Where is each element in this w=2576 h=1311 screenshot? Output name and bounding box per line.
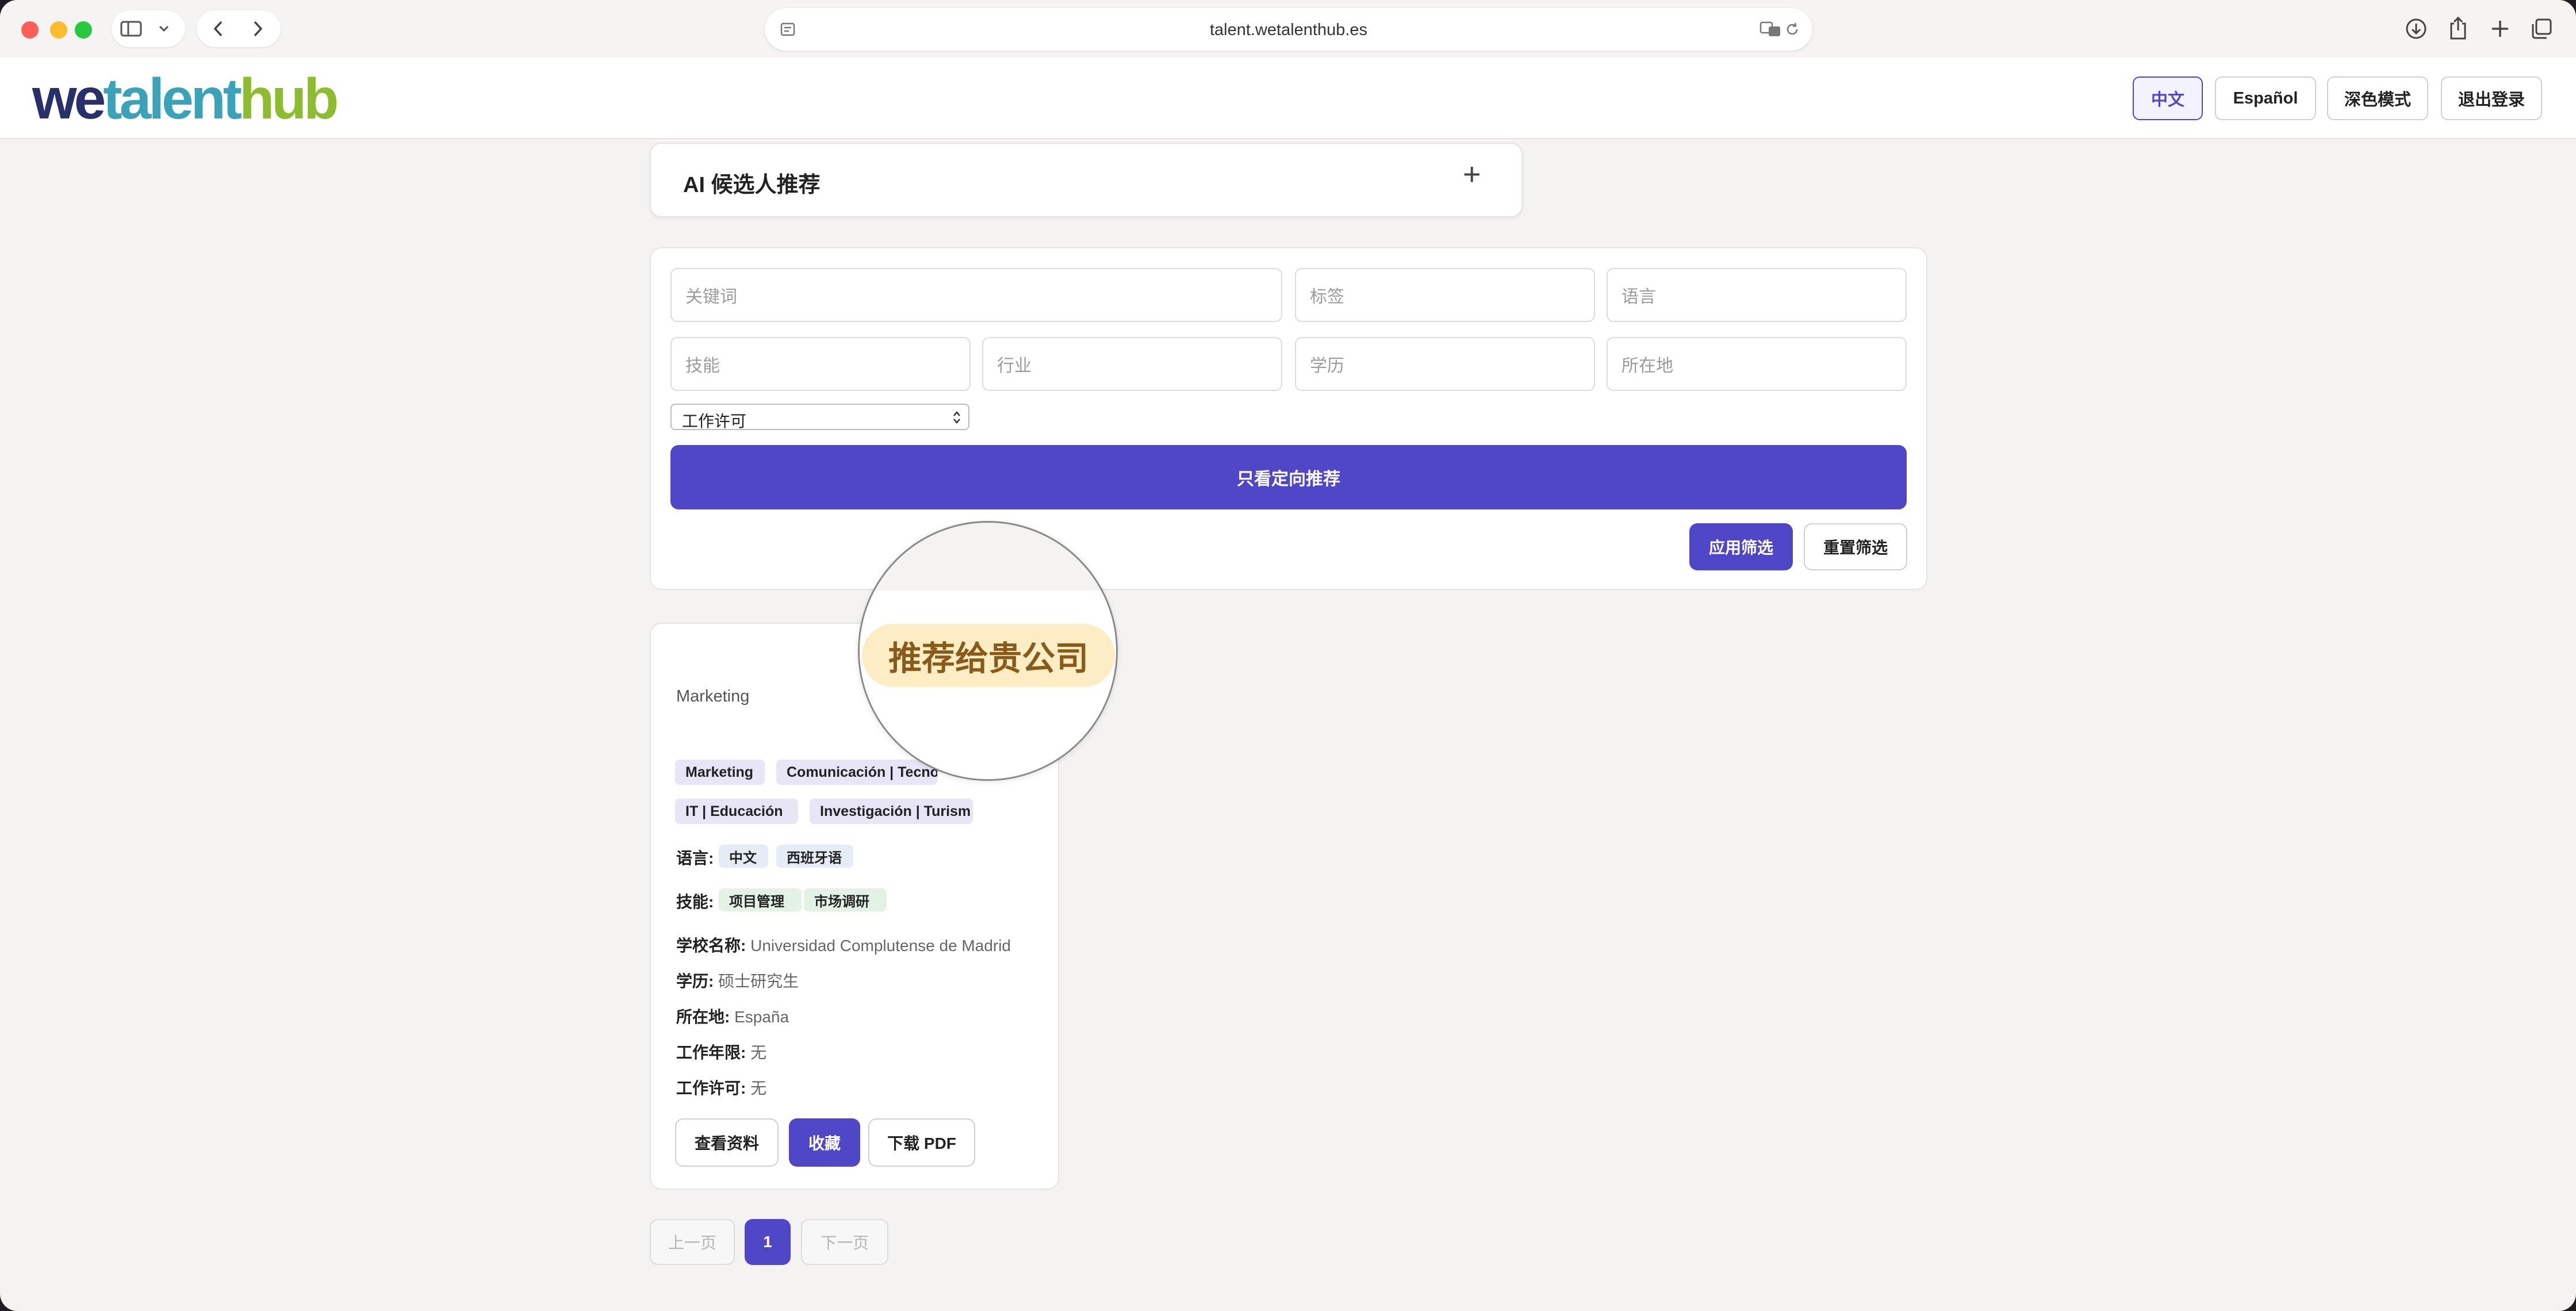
school-row: 学校名称: Universidad Complutense de Madrid: [676, 933, 1011, 956]
education-value: 硕士研究生: [718, 972, 799, 990]
lang-zh-button[interactable]: 中文: [2133, 76, 2203, 120]
candidate-role: Marketing: [676, 687, 750, 706]
industry-tag: Marketing: [675, 760, 765, 785]
only-directed-recommendations-button[interactable]: 只看定向推荐: [670, 445, 1907, 509]
translate-icon[interactable]: [1759, 20, 1782, 39]
zoom-window-button[interactable]: [75, 21, 92, 39]
location-value: España: [734, 1008, 789, 1026]
reset-filters-button[interactable]: 重置筛选: [1804, 523, 1907, 570]
prev-page-button[interactable]: 上一页: [650, 1219, 735, 1265]
dark-mode-button[interactable]: 深色模式: [2327, 76, 2428, 120]
page-1-button[interactable]: 1: [745, 1219, 791, 1265]
tab-overview-icon[interactable]: [2529, 16, 2554, 41]
wetalenthub-logo[interactable]: wetalenthub: [32, 70, 339, 128]
filter-panel: 关键词 标签 语言 技能 行业 学历 所在地 工作许可 只看定向推荐 应用筛选 …: [650, 247, 1927, 590]
language-tag: 中文: [719, 845, 768, 868]
recommended-badge: 推荐给贵公司: [862, 624, 1115, 687]
reload-icon[interactable]: [1782, 20, 1802, 39]
school-label: 学校名称:: [676, 937, 746, 954]
address-bar[interactable]: talent.wetalenthub.es: [765, 8, 1812, 51]
ai-panel-title: AI 候选人推荐: [683, 173, 821, 197]
language-tag: 西班牙语: [776, 845, 853, 868]
permit-label: 工作许可:: [676, 1079, 746, 1097]
language-input[interactable]: 语言: [1607, 268, 1907, 322]
location-input[interactable]: 所在地: [1607, 337, 1907, 391]
education-row: 学历: 硕士研究生: [676, 969, 799, 992]
skills-input[interactable]: 技能: [670, 337, 971, 391]
new-tab-icon[interactable]: [2487, 16, 2513, 41]
location-row: 所在地: España: [676, 1005, 789, 1028]
view-profile-button[interactable]: 查看资料: [675, 1118, 779, 1167]
next-page-button[interactable]: 下一页: [801, 1219, 888, 1265]
close-window-button[interactable]: [21, 21, 39, 39]
apply-filters-button[interactable]: 应用筛选: [1689, 523, 1793, 570]
experience-value: 无: [750, 1044, 767, 1061]
sidebar-icon[interactable]: [120, 18, 143, 39]
chevron-down-icon[interactable]: [155, 21, 172, 37]
select-updown-icon: [952, 409, 961, 428]
industry-input[interactable]: 行业: [982, 337, 1282, 391]
site-header: wetalenthub 中文 Español 深色模式 退出登录: [0, 57, 2576, 139]
ai-recommendation-panel[interactable]: AI 候选人推荐 +: [650, 143, 1523, 217]
browser-toolbar: talent.wetalenthub.es: [0, 0, 2576, 57]
skill-tag: 项目管理: [719, 888, 802, 911]
back-arrow-icon[interactable]: [207, 18, 230, 39]
industry-tag: IT | Educación: [675, 799, 798, 824]
work-permit-select[interactable]: 工作许可: [670, 404, 969, 430]
favorite-button[interactable]: 收藏: [789, 1118, 860, 1167]
downloads-icon[interactable]: [2404, 16, 2429, 41]
nav-buttons-group: [197, 10, 281, 47]
industry-tag: Investigación | Turism: [810, 799, 973, 824]
permit-value: 无: [750, 1079, 767, 1097]
school-value: Universidad Complutense de Madrid: [750, 937, 1011, 954]
skill-tag: 市场调研: [804, 888, 887, 911]
minimize-window-button[interactable]: [50, 21, 67, 39]
permit-row: 工作许可: 无: [676, 1076, 766, 1099]
forward-arrow-icon[interactable]: [246, 18, 269, 39]
work-permit-select-value: 工作许可: [682, 412, 747, 430]
education-input[interactable]: 学历: [1295, 337, 1595, 391]
experience-row: 工作年限: 无: [676, 1040, 766, 1063]
languages-label: 语言:: [676, 849, 714, 867]
browser-window: talent.wetalenthub.es wetalenthub 中文 Esp…: [0, 0, 2576, 1311]
magnifier-lens: 推荐给贵公司: [858, 521, 1118, 781]
logout-button[interactable]: 退出登录: [2441, 76, 2542, 120]
tags-input[interactable]: 标签: [1295, 268, 1595, 322]
expand-plus-icon[interactable]: +: [1463, 159, 1481, 190]
keyword-input[interactable]: 关键词: [670, 268, 1282, 322]
location-label: 所在地:: [676, 1008, 730, 1026]
download-pdf-button[interactable]: 下载 PDF: [868, 1118, 975, 1167]
sidebar-toggle-group[interactable]: [112, 10, 185, 47]
share-icon[interactable]: [2445, 15, 2471, 41]
lang-es-button[interactable]: Español: [2215, 76, 2316, 120]
skills-label: 技能:: [676, 893, 714, 911]
education-label: 学历:: [676, 972, 714, 990]
experience-label: 工作年限:: [676, 1044, 746, 1061]
url-text[interactable]: talent.wetalenthub.es: [765, 21, 1812, 40]
